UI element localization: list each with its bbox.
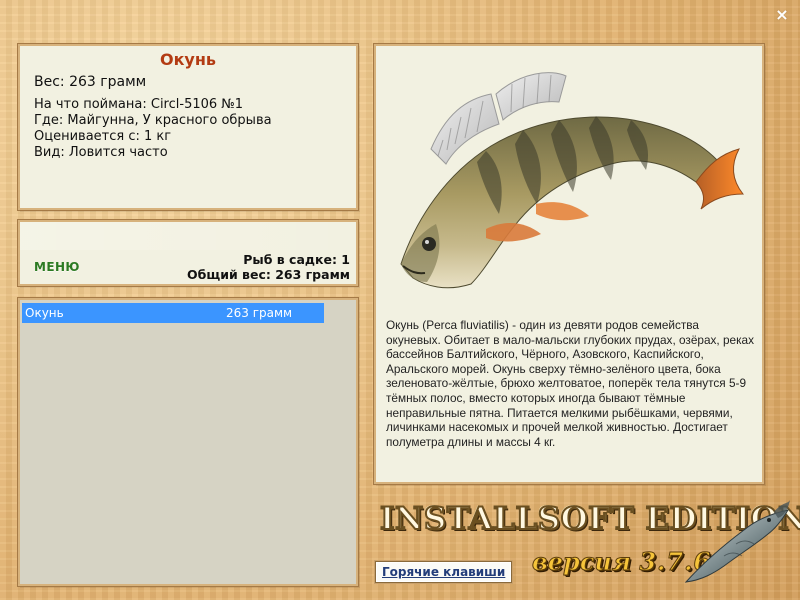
fish-weight: Вес: 263 грамм bbox=[34, 74, 147, 90]
fish-title: Окунь bbox=[159, 50, 217, 69]
perch-image bbox=[400, 72, 745, 289]
fish-image-panel: Окунь (Perca fluviatilis) - один из девя… bbox=[374, 44, 764, 484]
fish-info-panel: Окунь Вес: 263 грамм На что поймана: Cir… bbox=[18, 44, 358, 210]
fish-list-item-name: Окунь bbox=[25, 306, 64, 320]
catch-location: Где: Майгунна, У красного обрыва bbox=[34, 113, 272, 128]
evaluated-from: Оценивается с: 1 кг bbox=[34, 129, 172, 144]
close-icon[interactable]: × bbox=[774, 7, 790, 23]
fish-list-item-weight: 263 грамм bbox=[226, 306, 293, 320]
total-weight: Общий вес: 263 грамм bbox=[187, 267, 350, 282]
menu-strip bbox=[20, 222, 356, 250]
menu-status-panel: МЕНЮ Рыб в садке: 1 Общий вес: 263 грамм bbox=[18, 220, 358, 286]
version-word: версия bbox=[532, 547, 632, 576]
sturgeon-icon bbox=[684, 500, 790, 583]
fish-description: Окунь (Perca fluviatilis) - один из девя… bbox=[386, 318, 754, 449]
hotkeys-button[interactable]: Горячие клавиши bbox=[375, 561, 513, 583]
caught-with: На что поймана: Circl-5106 №1 bbox=[34, 97, 244, 112]
fish-kind: Вид: Ловится часто bbox=[34, 145, 168, 160]
menu-button[interactable]: МЕНЮ bbox=[34, 260, 80, 274]
fish-list-panel: Окунь 263 грамм bbox=[18, 298, 358, 586]
fish-list-item[interactable]: Окунь 263 грамм bbox=[22, 303, 324, 323]
fish-in-keepnet: Рыб в садке: 1 bbox=[243, 252, 350, 267]
fish-list: Окунь 263 грамм bbox=[22, 303, 324, 323]
